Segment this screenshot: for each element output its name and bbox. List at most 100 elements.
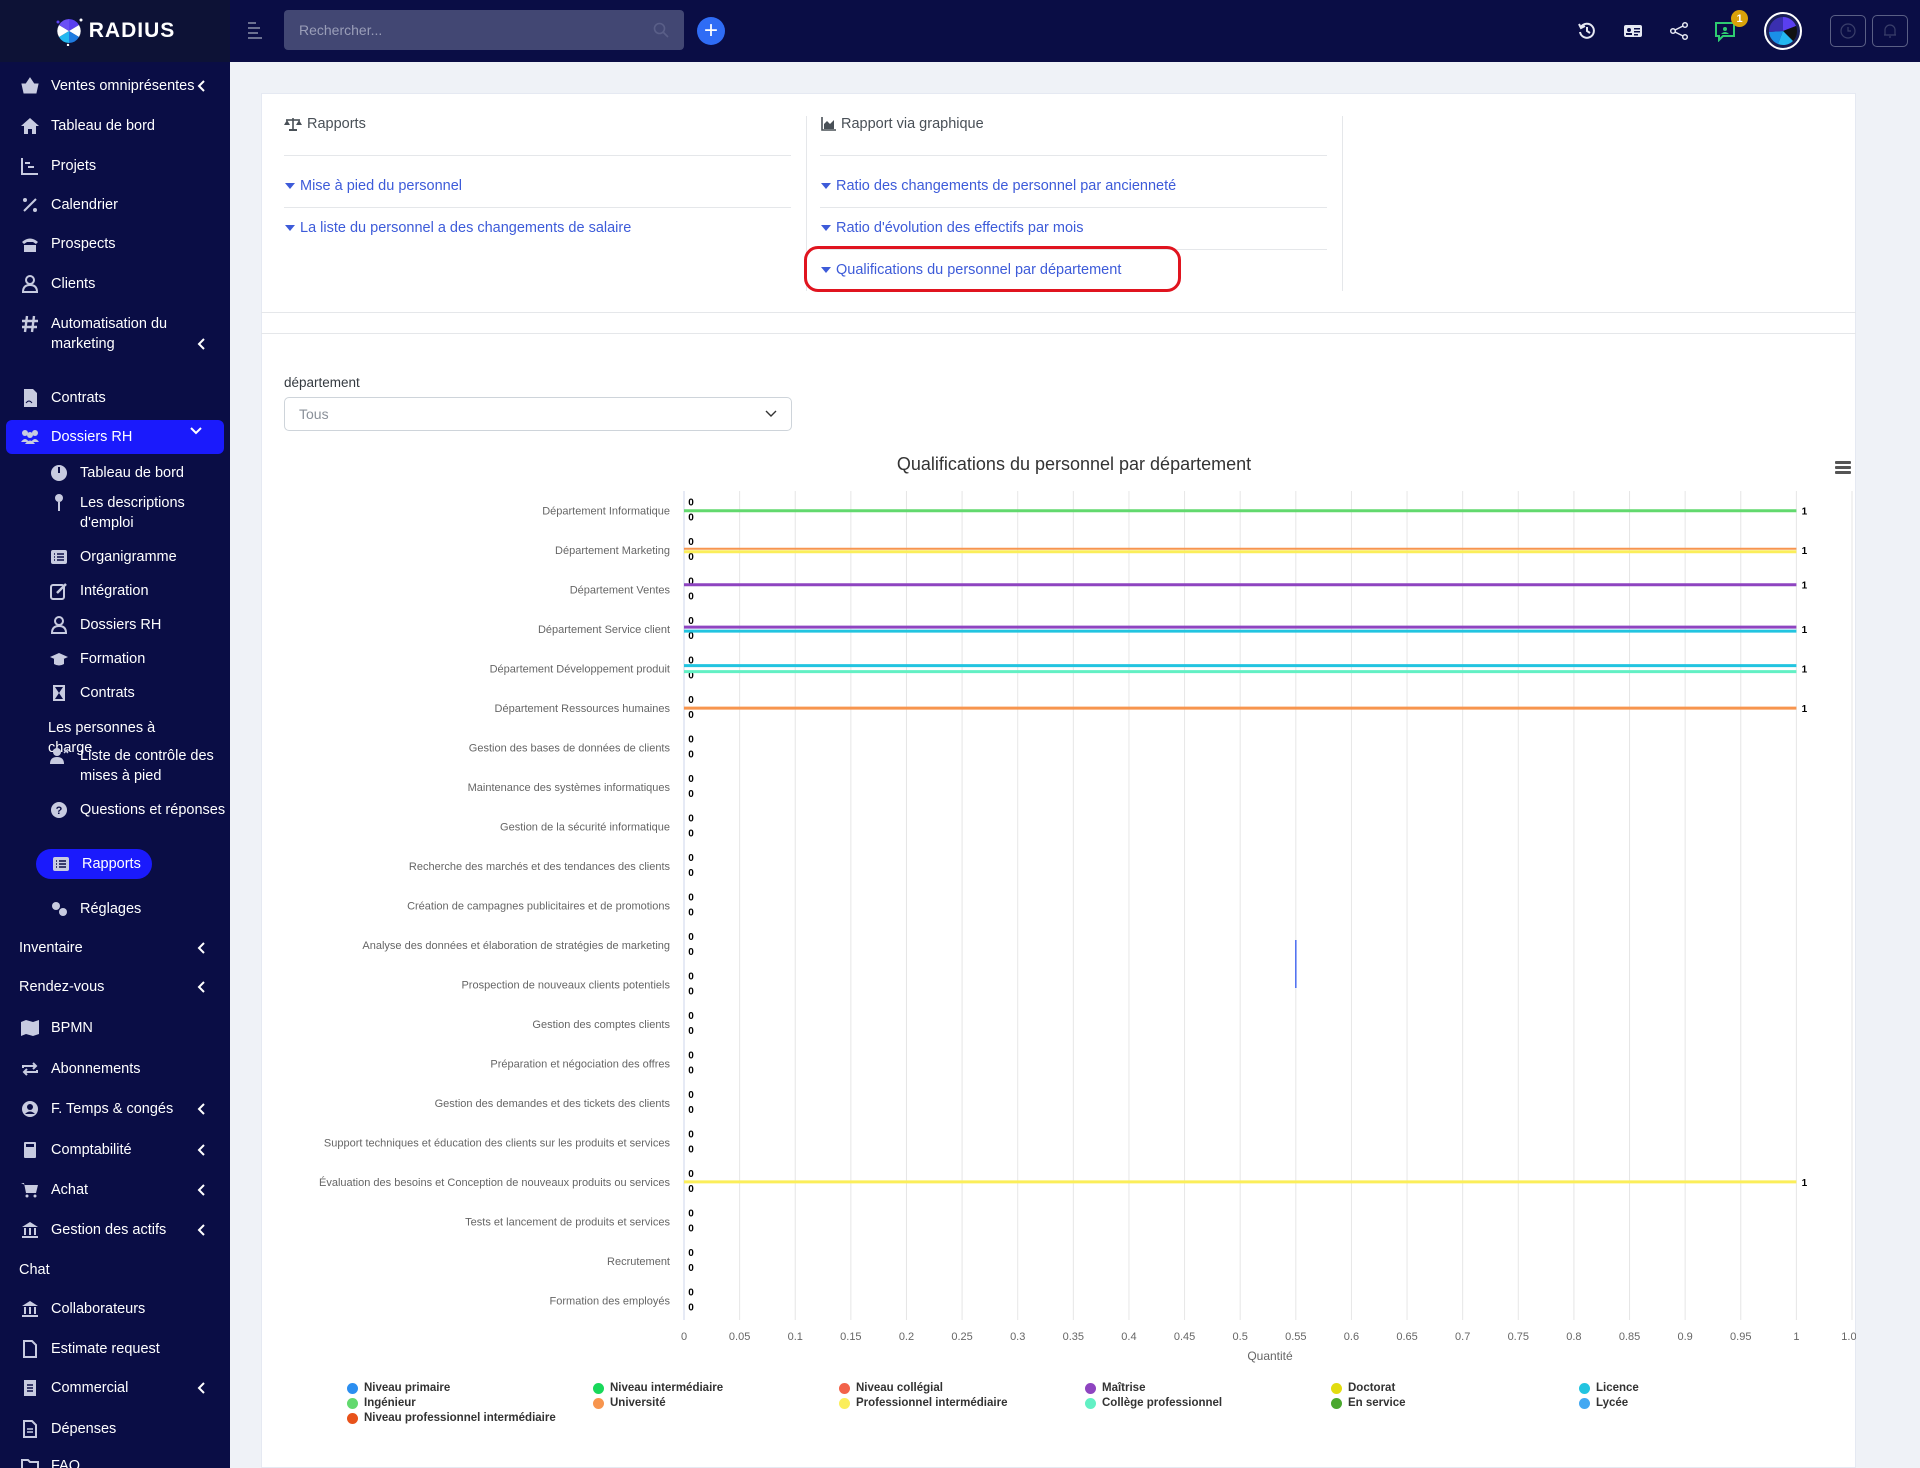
- legend-label: Maîtrise: [1102, 1382, 1146, 1394]
- chevron-left-icon: [194, 78, 210, 94]
- legend-item[interactable]: En service: [1331, 1397, 1406, 1409]
- report-link-salary-changes[interactable]: La liste du personnel a des changements …: [285, 220, 631, 236]
- sidebar-item-achat[interactable]: Achat: [0, 1180, 230, 1200]
- y-category-label: Formation des employés: [550, 1295, 671, 1307]
- sidebar-item-rendez-vous[interactable]: Rendez-vous: [0, 977, 230, 997]
- legend-item[interactable]: Ingénieur: [347, 1397, 416, 1409]
- sidebar-item-clients[interactable]: Clients: [0, 274, 230, 294]
- report-link-layoffs[interactable]: Mise à pied du personnel: [285, 178, 462, 194]
- sidebar: Ventes omniprésentes Tableau de bord Proje…: [0, 62, 230, 1468]
- history-icon[interactable]: [1576, 20, 1598, 42]
- department-select[interactable]: Tous: [284, 397, 792, 431]
- percent-icon: [19, 195, 41, 215]
- search-input[interactable]: [299, 22, 653, 38]
- legend-item[interactable]: Niveau primaire: [347, 1382, 450, 1394]
- sidebar-item-organigramme[interactable]: Organigramme: [0, 547, 230, 567]
- sidebar-item-projets[interactable]: Projets: [0, 156, 230, 176]
- sidebar-item-formation[interactable]: Formation: [0, 649, 230, 669]
- sidebar-item-label: FAQ: [51, 1458, 81, 1468]
- sidebar-item-commercial[interactable]: Commercial: [0, 1378, 230, 1398]
- menu-toggle-icon[interactable]: [248, 22, 262, 40]
- y-category-label: Gestion des demandes et des tickets des …: [435, 1098, 671, 1110]
- sidebar-item-prospects[interactable]: Prospects: [0, 234, 230, 254]
- chart-link-seniority-ratio[interactable]: Ratio des changements de personnel par a…: [821, 178, 1176, 194]
- legend-item[interactable]: Lycée: [1579, 1397, 1628, 1409]
- report-link-label: Ratio des changements de personnel par a…: [836, 178, 1177, 194]
- sidebar-item-depenses[interactable]: Dépenses: [0, 1419, 230, 1439]
- sidebar-item-tableau-de-bord[interactable]: Tableau de bord: [0, 463, 230, 483]
- x-tick-label: 0.15: [840, 1331, 861, 1343]
- legend-label: Niveau collégial: [856, 1382, 943, 1394]
- clock-button[interactable]: [1830, 15, 1866, 47]
- x-tick-label: 0.2: [899, 1331, 914, 1343]
- repeat-icon: [19, 1059, 41, 1079]
- y-category-label: Recrutement: [607, 1256, 670, 1268]
- legend-item[interactable]: Collège professionnel: [1085, 1397, 1222, 1409]
- support-chat-icon[interactable]: 1: [1714, 10, 1748, 42]
- share-icon[interactable]: [1668, 20, 1690, 42]
- sidebar-item-integration[interactable]: Intégration: [0, 581, 230, 601]
- chevron-down-icon: [765, 410, 777, 417]
- chart-link-monthly-headcount[interactable]: Ratio d'évolution des effectifs par mois: [821, 220, 1084, 236]
- y-category-label: Tests et lancement de produits et servic…: [465, 1216, 670, 1228]
- caret-down-icon: [285, 225, 295, 231]
- legend-label: Niveau professionnel intermédiaire: [364, 1412, 556, 1424]
- sidebar-item-label: Intégration: [80, 583, 149, 599]
- sidebar-item-dossiers-rh[interactable]: Dossiers RH: [6, 420, 224, 454]
- legend-item[interactable]: Maîtrise: [1085, 1382, 1145, 1394]
- sidebar-item-bpmn[interactable]: BPMN: [0, 1018, 230, 1038]
- sidebar-item-les-descriptions-d-emploi[interactable]: Les descriptions d'emploi: [0, 493, 230, 533]
- sidebar-item-ventes-omnipresentes[interactable]: Ventes omniprésentes: [0, 76, 230, 96]
- sidebar-item-faq[interactable]: FAQ: [0, 1456, 230, 1468]
- sidebar-item-gestion-des-actifs[interactable]: Gestion des actifs: [0, 1220, 230, 1240]
- sidebar-item-dossiers-rh[interactable]: Dossiers RH: [0, 615, 230, 635]
- legend-item[interactable]: Doctorat: [1331, 1382, 1395, 1394]
- sidebar-item-contrats[interactable]: Contrats: [0, 388, 230, 408]
- divider: [284, 155, 791, 156]
- data-label: 0: [688, 853, 694, 864]
- sidebar-item-rapports[interactable]: Rapports: [36, 849, 152, 879]
- legend-item[interactable]: Université: [593, 1397, 666, 1409]
- y-category-label: Département Ressources humaines: [495, 703, 671, 715]
- chart-menu-button[interactable]: [1835, 461, 1851, 475]
- sidebar-item-estimate-request[interactable]: Estimate request: [0, 1339, 230, 1359]
- contact-card-icon[interactable]: [1622, 20, 1644, 42]
- x-tick-label: 0.6: [1344, 1331, 1359, 1343]
- legend-item[interactable]: Niveau intermédiaire: [593, 1382, 723, 1394]
- sidebar-item-calendrier[interactable]: Calendrier: [0, 195, 230, 215]
- sidebar-item-collaborateurs[interactable]: Collaborateurs: [0, 1299, 230, 1319]
- sidebar-item-abonnements[interactable]: Abonnements: [0, 1059, 230, 1079]
- sidebar-item-tableau-de-bord[interactable]: Tableau de bord: [0, 116, 230, 136]
- avatar[interactable]: [1764, 12, 1802, 50]
- sidebar-item-label: Projets: [51, 158, 97, 174]
- legend-label: En service: [1348, 1397, 1406, 1409]
- sidebar-item-label: Formation: [80, 651, 146, 667]
- notification-badge: 1: [1731, 10, 1748, 27]
- data-label: 0: [688, 537, 694, 548]
- bell-button[interactable]: [1872, 15, 1908, 47]
- x-axis-label: Quantité: [1247, 1349, 1293, 1363]
- sidebar-item-questions-et-reponses[interactable]: ? Questions et réponses: [0, 800, 230, 820]
- section-divider: [261, 333, 1856, 334]
- legend-item[interactable]: Professionnel intermédiaire: [839, 1397, 1007, 1409]
- sidebar-item-f-temps-conges[interactable]: F. Temps & congés: [0, 1099, 230, 1119]
- legend-item[interactable]: Niveau professionnel intermédiaire: [347, 1412, 556, 1424]
- sidebar-item-label: Réglages: [80, 901, 142, 917]
- sidebar-item-reglages[interactable]: Réglages: [0, 899, 230, 919]
- sidebar-item-automatisation-du-marketing[interactable]: Automatisation du marketing: [0, 314, 230, 354]
- legend-item[interactable]: Niveau collégial: [839, 1382, 943, 1394]
- sidebar-item-liste-de-controle-des-mises-a-pied[interactable]: Liste de contrôle des mises à pied: [0, 746, 230, 786]
- legend-marker: [839, 1397, 850, 1409]
- sidebar-item-inventaire[interactable]: Inventaire: [0, 938, 230, 958]
- search-icon[interactable]: [653, 22, 669, 38]
- sidebar-item-comptabilite[interactable]: Comptabilité: [0, 1140, 230, 1160]
- sidebar-item-label: Calendrier: [51, 197, 118, 213]
- data-label: 0: [688, 947, 694, 958]
- sidebar-item-chat[interactable]: Chat: [0, 1260, 230, 1280]
- sidebar-item-contrats[interactable]: Contrats: [0, 683, 230, 703]
- brand-logo[interactable]: RADIUS: [0, 0, 230, 62]
- legend-item[interactable]: Licence: [1579, 1382, 1639, 1394]
- x-tick-label: 0.1: [788, 1331, 803, 1343]
- data-label: 0: [688, 1129, 694, 1140]
- add-button[interactable]: +: [697, 17, 725, 45]
